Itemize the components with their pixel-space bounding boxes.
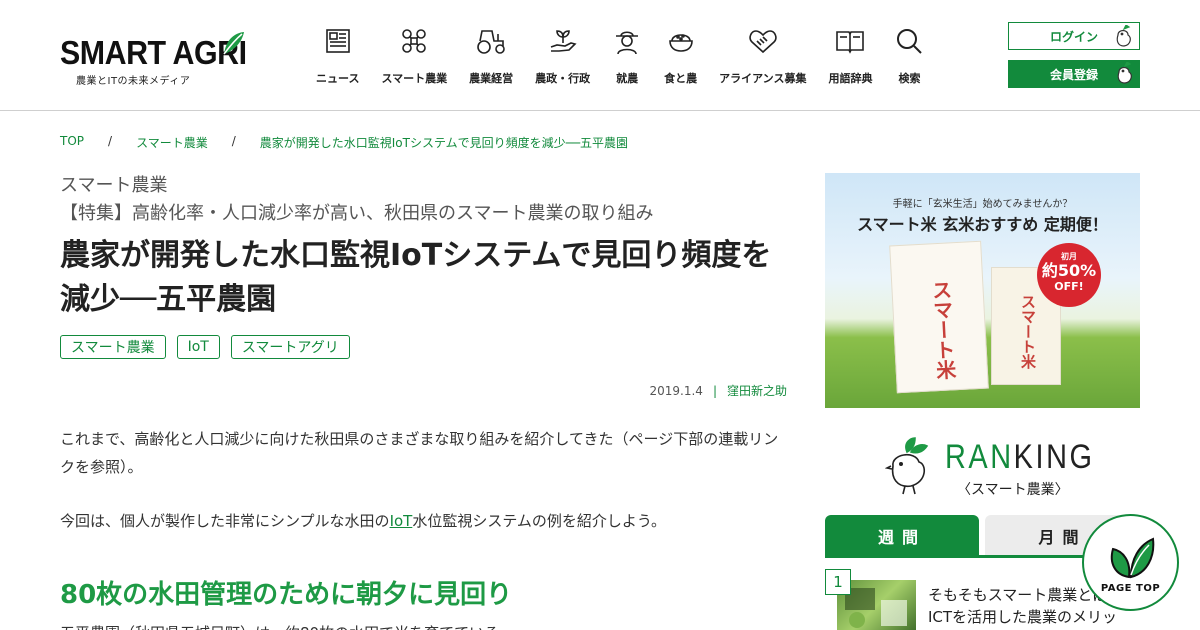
leaf-icon (223, 32, 244, 55)
nav-label: 検索 (898, 72, 921, 85)
nav-item-farming-career[interactable]: 就農 (612, 26, 642, 88)
search-icon (894, 26, 924, 56)
rice-bag-image: スマート米 (889, 240, 989, 394)
nav-label: 農業経営 (469, 72, 514, 85)
rank-number: 1 (825, 569, 851, 595)
article-tags: スマート農業 IoT スマートアグリ (60, 335, 361, 359)
bird-mascot-icon (1116, 25, 1131, 47)
register-label: 会員登録 (1049, 67, 1098, 82)
nav-label: 用語辞典 (828, 72, 873, 85)
sprout-hand-icon (548, 26, 578, 56)
nav-label: スマート農業 (381, 72, 448, 85)
rice-bowl-icon (666, 26, 696, 56)
section-heading: 80枚の水田管理のために朝夕に見回り (60, 580, 513, 610)
nav-item-food[interactable]: 食と農 (664, 26, 697, 88)
iot-link[interactable]: IoT (390, 512, 413, 530)
tractor-icon (476, 26, 506, 56)
tag-link[interactable]: スマート農業 (60, 335, 166, 359)
breadcrumb-category-link[interactable]: スマート農業 (136, 134, 208, 151)
nav-item-news[interactable]: ニュース (316, 26, 359, 88)
tag-link[interactable]: IoT (176, 335, 220, 359)
article-paragraph: 今回は、個人が製作した非常にシンプルな水田のIoT水位監視システムの例を紹介しよ… (60, 512, 666, 530)
nav-item-management[interactable]: 農業経営 (469, 26, 513, 88)
bird-mascot-icon (1117, 62, 1132, 84)
nav-label: アライアンス募集 (719, 72, 807, 85)
login-button[interactable]: ログイン (1008, 22, 1140, 50)
article-date: 2019.1.4 (649, 384, 703, 398)
nav-item-glossary[interactable]: 用語辞典 (828, 26, 872, 88)
handshake-icon (748, 26, 778, 56)
ad-headline: スマート米 玄米おすすめ 定期便！ (857, 215, 1108, 234)
leaf-icon (1110, 537, 1154, 579)
farmer-icon (612, 26, 642, 56)
main-nav: ニュース スマート農業 農業経営 農政・行政 就農 食と農 アライアンス募集 用… (305, 26, 935, 88)
discount-badge: 初月 約50% OFF! (1037, 243, 1101, 307)
nav-label: ニュース (316, 72, 360, 85)
breadcrumb: TOP / スマート農業 / 農家が開発した水口監視IoTシステムで見回り頻度を… (60, 134, 628, 151)
bird-mascot-icon (885, 437, 929, 495)
ad-tagline: 手軽に「玄米生活」始めてみませんか？ (892, 199, 1073, 210)
drone-icon (399, 26, 429, 56)
article-series[interactable]: 【特集】高齢化率・人口減少率が高い、秋田県のスマート農業の取り組み (60, 199, 653, 225)
article-meta: 2019.1.4 | 窪田新之助 (649, 384, 788, 398)
breadcrumb-top-link[interactable]: TOP (60, 134, 84, 151)
page-top-button[interactable]: PAGE TOP (1082, 514, 1179, 611)
page-top-label: PAGE TOP (1100, 583, 1161, 594)
ranking-title: RANKING (945, 438, 1095, 476)
article-category[interactable]: スマート農業 (60, 171, 167, 197)
article-title: 農家が開発した水口監視IoTシステムで見回り頻度を減少──五平農園 (60, 238, 772, 317)
dictionary-icon (835, 26, 865, 56)
breadcrumb-current[interactable]: 農家が開発した水口監視IoTシステムで見回り頻度を減少──五平農園 (260, 134, 628, 151)
nav-item-smart-agri[interactable]: スマート農業 (381, 26, 447, 88)
logo-tagline: 農業とITの未来メディア (76, 76, 191, 87)
logo-wordmark: SMART AGRI (60, 34, 247, 71)
nav-label: 食と農 (664, 72, 698, 85)
article-author-link[interactable]: 窪田新之助 (727, 384, 787, 398)
ranking-header: RANKING 〈スマート農業〉 (885, 436, 1105, 498)
site-header: SMART AGRI 農業とITの未来メディア ニュース スマート農業 農業経営 (0, 0, 1200, 111)
ranking-subtitle: 〈スマート農業〉 (957, 482, 1069, 498)
site-logo[interactable]: SMART AGRI 農業とITの未来メディア (60, 30, 247, 87)
nav-item-alliance[interactable]: アライアンス募集 (719, 26, 806, 88)
ad-banner[interactable]: 手軽に「玄米生活」始めてみませんか？ スマート米 玄米おすすめ 定期便！ スマー… (825, 173, 1140, 408)
login-label: ログイン (1049, 29, 1098, 44)
nav-label: 農政・行政 (535, 72, 591, 85)
breadcrumb-separator: / (108, 134, 113, 148)
article-paragraph: 五平農園（秋田県五城目町）は、約80枚の水田で米を育てている。 (60, 622, 514, 630)
newspaper-icon (323, 26, 353, 56)
tag-link[interactable]: スマートアグリ (230, 335, 350, 359)
register-button[interactable]: 会員登録 (1008, 60, 1140, 88)
nav-item-policy[interactable]: 農政・行政 (535, 26, 590, 88)
breadcrumb-separator: / (231, 134, 236, 148)
article-paragraph: これまで、高齢化と人口減少に向けた秋田県のさまざまな取り組みを紹介してきた（ペー… (60, 430, 779, 476)
nav-label: 就農 (616, 72, 639, 85)
tab-weekly[interactable]: 週間 (825, 515, 979, 557)
nav-item-search[interactable]: 検索 (894, 26, 924, 88)
